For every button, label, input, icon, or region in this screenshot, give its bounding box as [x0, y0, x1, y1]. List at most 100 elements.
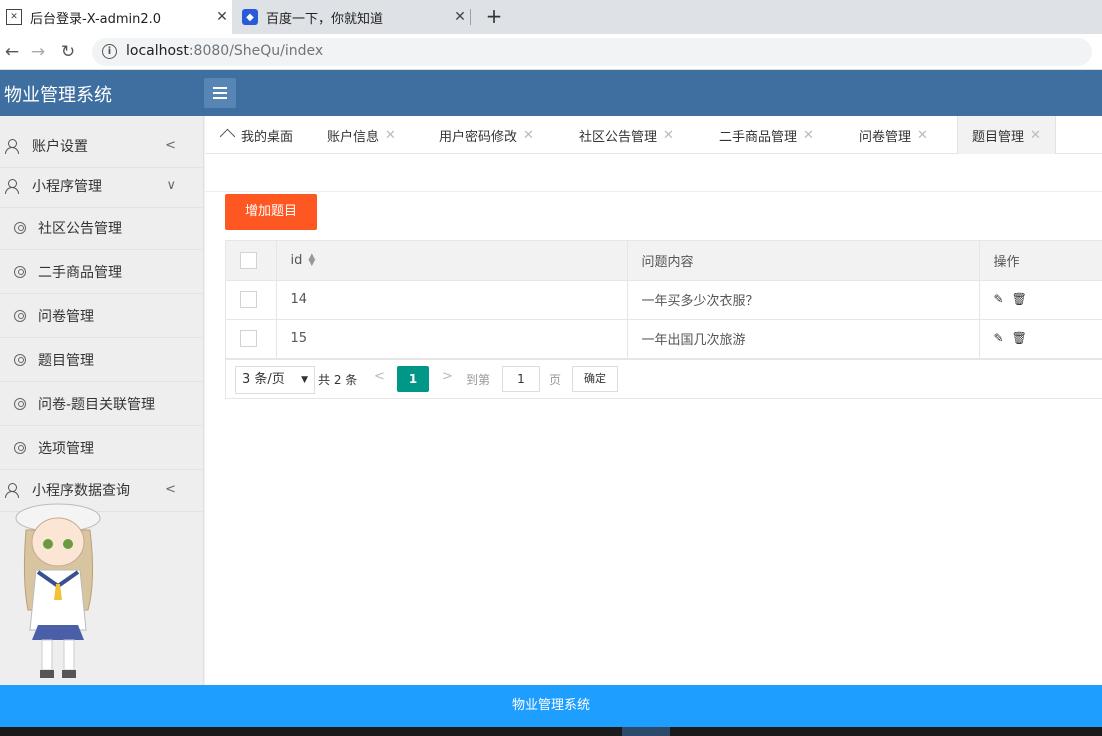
chevron-left-icon: < [165, 482, 176, 497]
browser-tab-baidu[interactable]: ◆ 百度一下，你就知道 ✕ [236, 0, 470, 34]
circle-icon [14, 353, 26, 366]
delete-icon[interactable]: 🗑 [1012, 292, 1027, 306]
questions-table: id ▲ ▼ 问题内容 操作 14 一年买多少次衣服？ ✎ 🗑 15 一年出国几次旅游… [225, 240, 1102, 360]
sidebar-item-secondhand[interactable]: 二手商品管理 [0, 250, 204, 294]
edit-icon[interactable]: ✎ [994, 292, 1004, 306]
delete-icon[interactable]: 🗑 [1012, 331, 1027, 345]
tab-secondhand[interactable]: 二手商品管理 ✕ [719, 116, 814, 154]
circle-icon [14, 309, 26, 322]
prev-page-button[interactable]: < [374, 369, 385, 384]
tab-questionnaire[interactable]: 问卷管理 ✕ [859, 116, 928, 154]
sort-icon[interactable]: ▲ ▼ [308, 253, 315, 268]
close-icon[interactable]: ✕ [803, 128, 814, 143]
row-select-cell [226, 319, 277, 359]
table-row: 14 一年买多少次衣服？ ✎ 🗑 [226, 280, 1102, 320]
goto-page-input[interactable]: 1 [502, 366, 540, 392]
sidebar-item-label: 选项管理 [38, 440, 94, 457]
total-count: 共 2 条 [318, 373, 358, 387]
sidebar-item-label: 小程序管理 [32, 178, 102, 195]
pagination: 3 条/页 ▼ 共 2 条 < 1 > 到第 1 页 确定 [225, 359, 1102, 399]
edit-icon[interactable]: ✎ [994, 331, 1004, 345]
close-icon[interactable]: ✕ [523, 128, 534, 143]
select-all-checkbox[interactable] [240, 251, 257, 269]
content-tab-bar: 我的桌面 账户信息 ✕ 用户密码修改 ✕ 社区公告管理 ✕ 二手商品管理 ✕ 问卷管理 ✕… [205, 116, 1102, 154]
browser-tab-title: 百度一下，你就知道 [266, 11, 384, 27]
column-header-id[interactable]: id ▲ ▼ [276, 241, 628, 281]
column-header-label: 操作 [993, 254, 1020, 270]
close-icon[interactable]: ✕ [385, 128, 396, 143]
taskbar-active-app[interactable] [622, 727, 670, 736]
browser-tab-admin[interactable]: ✕ 后台登录-X-admin2.0 ✕ [0, 0, 232, 34]
sidebar-item-label: 题目管理 [38, 352, 94, 369]
reload-icon[interactable]: ↻ [56, 40, 80, 64]
table-header-row: id ▲ ▼ 问题内容 操作 [226, 241, 1102, 281]
page-size-value: 3 条/页 [242, 372, 285, 387]
add-question-button[interactable]: 增加题目 [225, 194, 317, 230]
table-row: 15 一年出国几次旅游 ✎ 🗑 [226, 319, 1102, 359]
user-icon [4, 178, 20, 194]
paw-icon: ◆ [242, 9, 258, 25]
chevron-down-icon: ▼ [301, 375, 308, 385]
tab-password-change[interactable]: 用户密码修改 ✕ [439, 116, 534, 154]
current-page-button[interactable]: 1 [397, 366, 429, 392]
page-unit-label: 页 [549, 373, 562, 387]
tab-divider [470, 9, 471, 25]
url-path: :8080/SheQu/index [188, 43, 324, 59]
close-icon[interactable]: ✕ [1030, 128, 1041, 143]
url-host: localhost [126, 43, 189, 59]
page-size-select[interactable]: 3 条/页 ▼ [235, 366, 315, 394]
column-header-label: 问题内容 [641, 254, 694, 270]
row-checkbox[interactable] [240, 291, 257, 308]
sidebar-item-questions[interactable]: 题目管理 [0, 338, 204, 382]
column-header-label: id [290, 252, 303, 268]
tab-questions[interactable]: 题目管理 ✕ [957, 116, 1056, 154]
x-icon: ✕ [6, 9, 22, 25]
main-content: 增加题目 id ▲ ▼ 问题内容 操作 14 一年买多少次衣服？ ✎ 🗑 15 … [205, 154, 1102, 685]
tab-label: 题目管理 [972, 129, 1025, 145]
row-checkbox[interactable] [240, 330, 257, 347]
next-page-button[interactable]: > [442, 369, 453, 384]
sidebar-item-questionnaire[interactable]: 问卷管理 [0, 294, 204, 338]
sidebar-item-label: 问卷-题目关联管理 [38, 396, 156, 413]
tab-label: 问卷管理 [859, 129, 912, 145]
sidebar-item-announcements[interactable]: 社区公告管理 [0, 206, 204, 250]
new-tab-button[interactable]: + [482, 5, 506, 29]
sidebar-item-questionnaire-question-link[interactable]: 问卷-题目关联管理 [0, 382, 204, 426]
menu-toggle-icon[interactable] [204, 78, 236, 108]
close-icon[interactable]: ✕ [663, 128, 674, 143]
browser-toolbar: ← → ↻ i localhost:8080/SheQu/index [0, 34, 1102, 70]
mascot-illustration [15, 503, 101, 678]
tab-label: 二手商品管理 [719, 129, 798, 145]
content-top-strip [205, 154, 1102, 192]
circle-icon [14, 441, 26, 454]
cell-actions: ✎ 🗑 [979, 280, 1102, 320]
sidebar-item-label: 二手商品管理 [38, 264, 122, 281]
cell-content: 一年买多少次衣服？ [627, 280, 980, 320]
browser-tab-strip: ✕ 后台登录-X-admin2.0 ✕ ◆ 百度一下，你就知道 ✕ + [0, 0, 1102, 34]
url-text: localhost:8080/SheQu/index [126, 43, 323, 59]
circle-icon [14, 221, 26, 234]
close-icon[interactable]: ✕ [917, 128, 928, 143]
tab-label: 我的桌面 [241, 129, 294, 145]
tab-home[interactable]: 我的桌面 [221, 116, 293, 154]
sidebar-item-options[interactable]: 选项管理 [0, 426, 204, 470]
tab-announcements[interactable]: 社区公告管理 ✕ [579, 116, 674, 154]
close-icon[interactable]: ✕ [450, 9, 470, 25]
cell-actions: ✎ 🗑 [979, 319, 1102, 359]
info-icon[interactable]: i [102, 44, 117, 59]
tab-account-info[interactable]: 账户信息 ✕ [327, 116, 396, 154]
app-header: 物业管理系统 [0, 70, 1102, 116]
row-select-cell [226, 280, 277, 320]
confirm-goto-button[interactable]: 确定 [572, 366, 618, 392]
back-arrow-icon[interactable]: ← [0, 40, 24, 64]
forward-arrow-icon[interactable]: → [26, 40, 50, 64]
sidebar-item-miniprogram[interactable]: 小程序管理 ∨ [0, 164, 204, 208]
circle-icon [14, 397, 26, 410]
address-bar[interactable]: i localhost:8080/SheQu/index [92, 38, 1092, 66]
close-icon[interactable]: ✕ [212, 9, 232, 25]
app-footer: 物业管理系统 [0, 685, 1102, 727]
tab-label: 账户信息 [327, 129, 380, 145]
home-icon [221, 129, 235, 141]
sidebar-item-account-settings[interactable]: 账户设置 < [0, 124, 204, 168]
sidebar-item-label: 社区公告管理 [38, 220, 122, 237]
